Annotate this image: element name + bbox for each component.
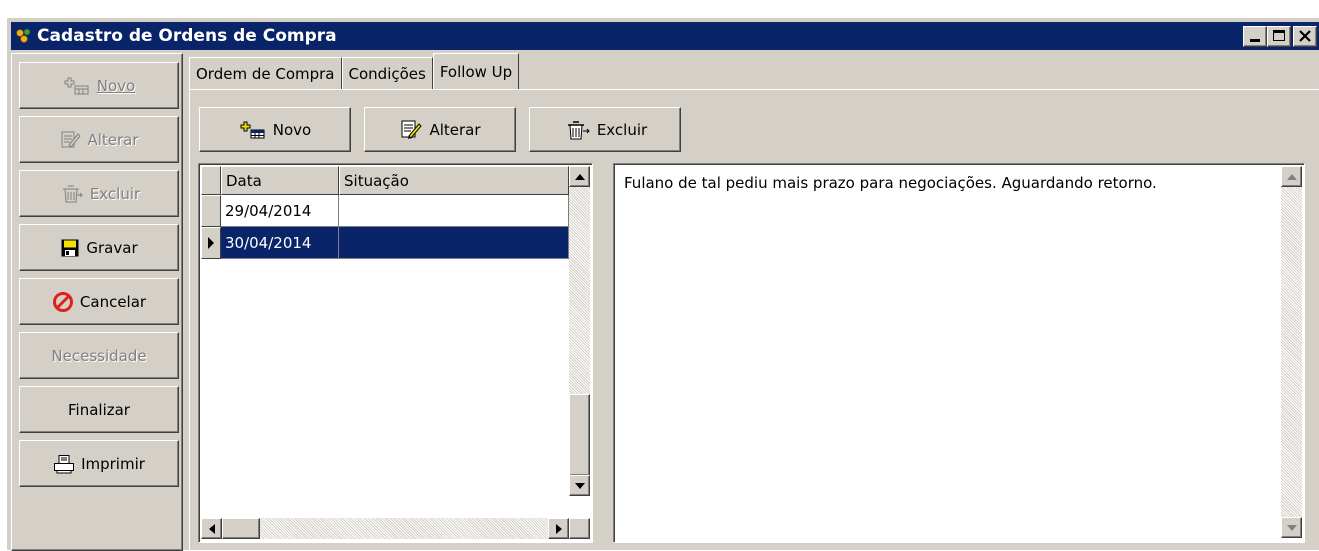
arrow-up-icon	[574, 173, 585, 180]
row-indicator	[201, 227, 221, 259]
sidebar-cancel-button[interactable]: Cancelar	[19, 278, 179, 325]
printer-icon	[54, 454, 75, 473]
grid-vertical-scrollbar[interactable]	[569, 166, 590, 496]
main-window: Cadastro de Ordens de Compra Novo Altera…	[7, 18, 1319, 551]
sidebar-edit-button[interactable]: Alterar	[19, 116, 179, 163]
sidebar-save-button[interactable]: Gravar	[19, 224, 179, 271]
scroll-thumb[interactable]	[569, 394, 590, 476]
follow-up-new-button[interactable]: Novo	[199, 107, 351, 152]
memo-vertical-scrollbar[interactable]	[1281, 166, 1302, 538]
sidebar-cancel-label: Cancelar	[79, 292, 147, 311]
grid-cell-data[interactable]: 29/04/2014	[221, 195, 339, 227]
sidebar-new-button[interactable]: Novo	[19, 62, 179, 109]
hscroll-thumb[interactable]	[222, 518, 260, 539]
table-row[interactable]: 29/04/2014	[201, 195, 569, 227]
row-indicator	[201, 195, 221, 227]
grid-cell-data-text: 29/04/2014	[225, 201, 312, 220]
tab-strip: Ordem de Compra Condições Follow Up	[189, 53, 520, 89]
arrow-left-icon	[208, 523, 215, 534]
minimize-icon	[1250, 39, 1260, 42]
sidebar-necessidade-button[interactable]: Necessidade	[19, 332, 179, 379]
close-button[interactable]	[1293, 26, 1317, 47]
maximize-icon	[1273, 30, 1285, 41]
title-bar[interactable]: Cadastro de Ordens de Compra	[11, 22, 1319, 50]
maximize-button[interactable]	[1267, 26, 1291, 47]
new-record-icon	[64, 77, 89, 94]
memo-scroll-up-button[interactable]	[1281, 166, 1302, 187]
follow-up-delete-button[interactable]: Excluir	[529, 107, 681, 152]
scroll-corner	[569, 518, 590, 539]
follow-up-edit-button[interactable]: Alterar	[364, 107, 516, 152]
edit-record-icon	[61, 131, 82, 148]
grid-column-data[interactable]: Data	[221, 166, 339, 195]
grid-cell-data[interactable]: 30/04/2014	[221, 227, 339, 259]
scroll-left-button[interactable]	[201, 518, 222, 539]
tab-condicoes[interactable]: Condições	[341, 57, 433, 89]
sidebar-edit-label: Alterar	[87, 130, 139, 149]
grid-header: Data Situação	[201, 166, 569, 195]
sidebar-save-label: Gravar	[86, 238, 138, 257]
arrow-down-icon	[1286, 524, 1297, 531]
sidebar-delete-button[interactable]: Excluir	[19, 170, 179, 217]
delete-record-icon	[62, 185, 84, 202]
memo-scroll-down-button[interactable]	[1281, 517, 1302, 538]
grid-cell-situacao[interactable]	[339, 195, 569, 227]
grid-header-indicator	[201, 166, 221, 195]
arrow-up-icon	[1286, 173, 1297, 180]
current-row-arrow-icon	[208, 237, 214, 249]
tab-condicoes-label: Condições	[348, 64, 426, 83]
follow-up-memo[interactable]: Fulano de tal pediu mais prazo para nego…	[613, 163, 1305, 543]
grid-cell-situacao[interactable]	[339, 227, 569, 259]
close-icon	[1299, 30, 1311, 42]
grid-horizontal-scrollbar[interactable]	[201, 518, 569, 539]
arrow-right-icon	[555, 523, 562, 534]
scroll-up-button[interactable]	[569, 166, 590, 187]
minimize-button[interactable]	[1243, 26, 1267, 47]
cancel-circle-icon	[52, 291, 73, 312]
action-sidebar: Novo Alterar Excluir Gravar Cancelar Nec…	[11, 53, 183, 551]
memo-text[interactable]: Fulano de tal pediu mais prazo para nego…	[624, 174, 1157, 192]
delete-record-icon	[567, 120, 590, 139]
follow-up-new-label: Novo	[272, 120, 312, 139]
table-row[interactable]: 30/04/2014	[201, 227, 569, 259]
scroll-down-button[interactable]	[569, 475, 590, 496]
grid-cell-data-text: 30/04/2014	[225, 233, 312, 252]
save-floppy-icon	[61, 239, 79, 256]
scroll-right-button[interactable]	[548, 518, 569, 539]
sidebar-necessidade-label: Necessidade	[51, 346, 147, 365]
sidebar-finalize-label: Finalizar	[68, 400, 130, 419]
follow-up-grid[interactable]: Data Situação 29/04/2014 30/04/2014	[198, 163, 593, 543]
sidebar-delete-label: Excluir	[89, 184, 141, 203]
tab-follow-up[interactable]: Follow Up	[432, 53, 520, 89]
grid-column-situacao[interactable]: Situação	[339, 166, 569, 195]
window-title: Cadastro de Ordens de Compra	[37, 26, 337, 46]
edit-record-icon	[401, 120, 423, 139]
new-record-icon	[240, 121, 265, 138]
sidebar-print-label: Imprimir	[81, 454, 145, 473]
sidebar-print-button[interactable]: Imprimir	[19, 440, 179, 487]
grid-column-situacao-label: Situação	[344, 171, 409, 190]
app-icon	[14, 26, 34, 46]
sidebar-new-label: Novo	[96, 76, 136, 95]
follow-up-edit-label: Alterar	[429, 120, 481, 139]
tab-follow-up-label: Follow Up	[439, 62, 513, 81]
tab-ordem-label: Ordem de Compra	[196, 64, 335, 83]
grid-column-data-label: Data	[226, 171, 262, 190]
tab-ordem-de-compra[interactable]: Ordem de Compra	[189, 57, 342, 89]
arrow-down-icon	[574, 482, 585, 489]
follow-up-delete-label: Excluir	[596, 120, 648, 139]
sidebar-finalize-button[interactable]: Finalizar	[19, 386, 179, 433]
